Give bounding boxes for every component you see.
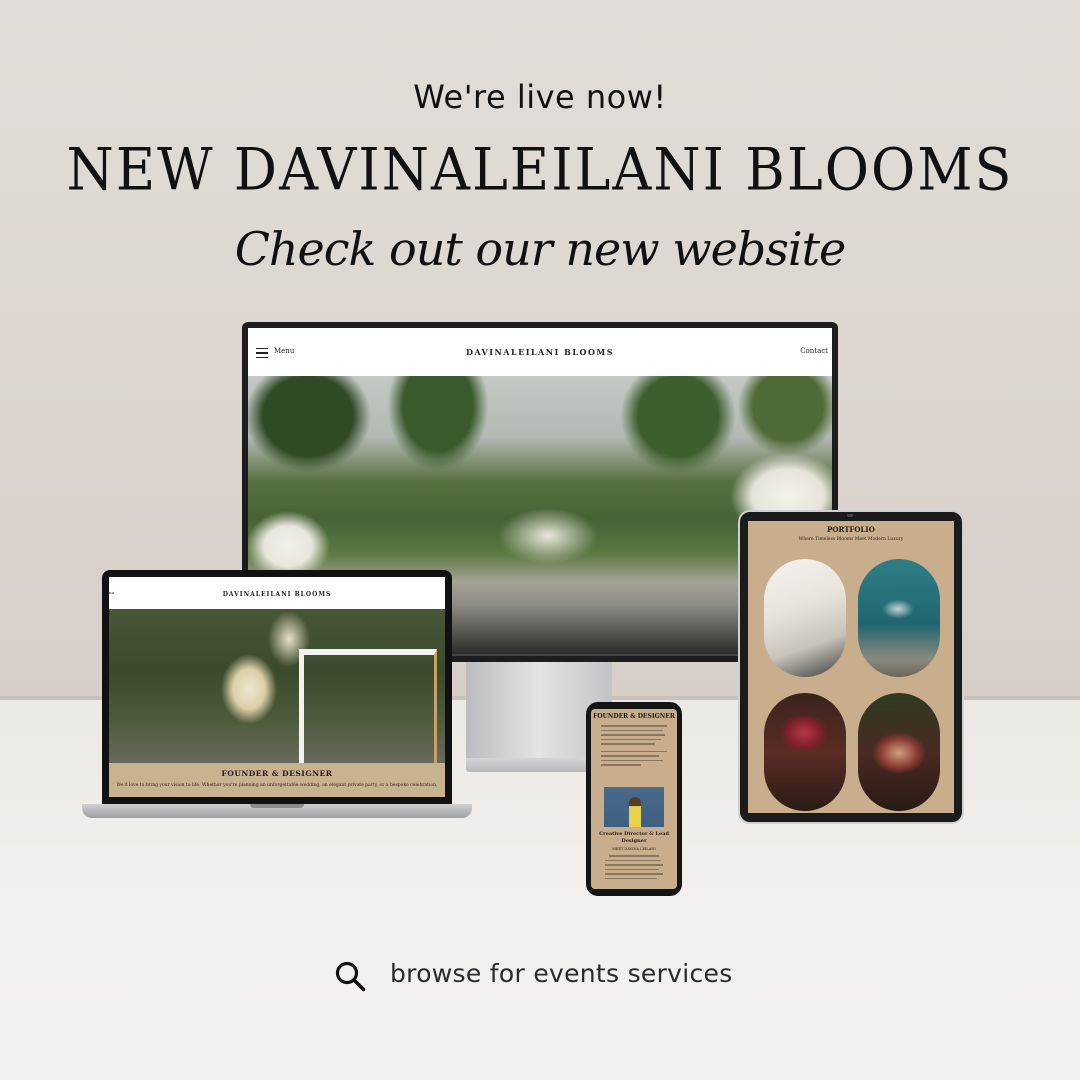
- search-label[interactable]: browse for events services: [390, 958, 733, 990]
- founder-role: Creative Director & Lead Designer: [599, 831, 669, 844]
- site-logo[interactable]: DAVINALEILANI BLOOMS: [248, 347, 832, 357]
- founder-section-title: FOUNDER & DESIGNER: [221, 769, 333, 778]
- laptop-site-logo[interactable]: DAVINALEILANI BLOOMS: [109, 591, 445, 598]
- tablet-camera: [847, 514, 853, 517]
- founder-portrait: [604, 787, 664, 827]
- founder-figure: [629, 797, 641, 827]
- phone-founder-title: FOUNDER & DESIGNER: [593, 713, 675, 720]
- phone-screen: FOUNDER & DESIGNER Creative Director & L…: [591, 709, 677, 889]
- portfolio-photo-couple[interactable]: [764, 559, 846, 677]
- pergola-decoration: [299, 649, 437, 765]
- monitor-navbar: Menu DAVINALEILANI BLOOMS Contact: [248, 328, 832, 376]
- contact-link[interactable]: Contact: [800, 347, 828, 355]
- portfolio-photo-ocean[interactable]: [858, 559, 940, 677]
- portfolio-subtitle: Where Timeless Blooms Meet Modern Luxury: [798, 537, 904, 542]
- hero-trees-decoration: [248, 376, 832, 526]
- tablet: PORTFOLIO Where Timeless Blooms Meet Mod…: [738, 510, 964, 824]
- live-announcement: We're live now!: [413, 78, 667, 116]
- founder-section-text: We'd love to bring your vision to life. …: [116, 783, 438, 788]
- laptop-screen: nu DAVINALEILANI BLOOMS FOUNDER & DESIGN…: [109, 577, 445, 797]
- phone-intro-text: [601, 725, 667, 769]
- website-tagline: Check out our new website: [234, 222, 847, 276]
- laptop: nu DAVINALEILANI BLOOMS FOUNDER & DESIGN…: [102, 570, 452, 804]
- founder-name: MEET DAVINA LEILANI: [612, 847, 656, 851]
- brand-headline: NEW DAVINALEILANI BLOOMS: [66, 135, 1014, 204]
- portfolio-title: PORTFOLIO: [827, 525, 875, 534]
- smartphone: FOUNDER & DESIGNER Creative Director & L…: [586, 702, 682, 896]
- portfolio-photo-tablescape[interactable]: [858, 693, 940, 811]
- phone-bio-text: [605, 855, 663, 882]
- search-icon: [335, 961, 366, 992]
- tablet-screen: PORTFOLIO Where Timeless Blooms Meet Mod…: [748, 521, 954, 813]
- laptop-notch: [250, 804, 304, 808]
- portfolio-photo-florals[interactable]: [764, 693, 846, 811]
- founder-section: FOUNDER & DESIGNER We'd love to bring yo…: [109, 763, 445, 797]
- laptop-hero-image: [109, 609, 445, 765]
